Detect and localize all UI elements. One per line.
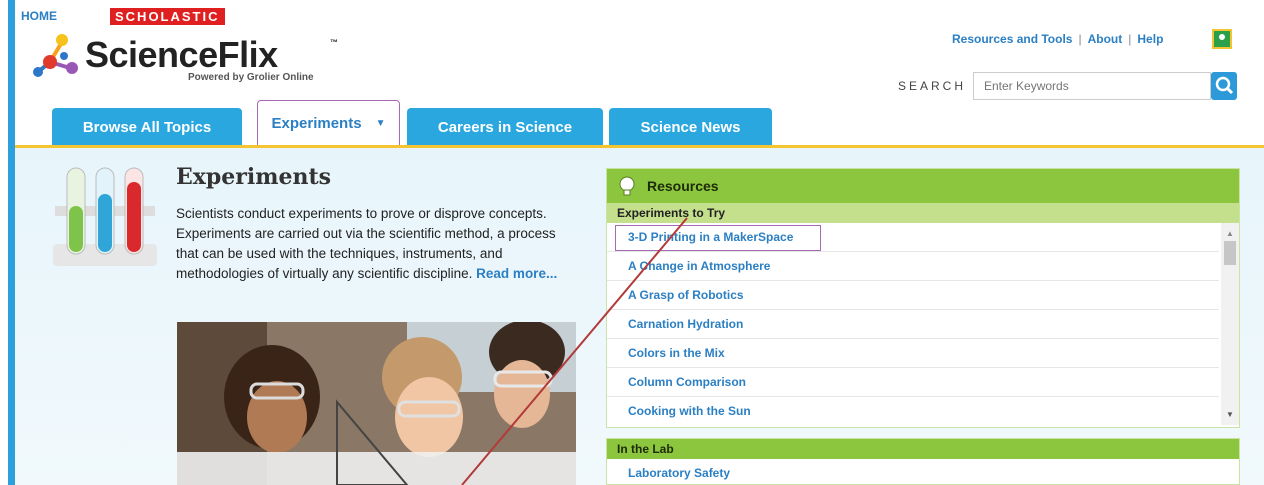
list-item[interactable]: A Change in Atmosphere — [607, 252, 1219, 281]
tab-label: Experiments — [271, 114, 362, 132]
about-link[interactable]: About — [1088, 32, 1123, 46]
experiments-list: 3-D Printing in a MakerSpace A Change in… — [607, 223, 1239, 425]
list-scrollbar[interactable]: ▲ ▼ — [1221, 223, 1239, 425]
scroll-down-icon[interactable]: ▼ — [1226, 410, 1234, 419]
tab-careers-in-science[interactable]: Careers in Science — [407, 108, 603, 146]
in-the-lab-header: In the Lab — [607, 439, 1239, 459]
logo-text: ScienceFlix — [85, 34, 278, 75]
list-item[interactable]: A Grasp of Robotics — [607, 281, 1219, 310]
resources-tools-link[interactable]: Resources and Tools — [952, 32, 1072, 46]
main-content: Experiments Scientists conduct experimen… — [15, 148, 1264, 485]
tab-label: Science News — [640, 118, 741, 136]
logo-trademark: ™ — [330, 38, 338, 47]
molecule-icon — [33, 34, 78, 77]
search-label: SEARCH — [898, 79, 967, 93]
tab-science-news[interactable]: Science News — [609, 108, 772, 146]
list-item[interactable]: Laboratory Safety — [607, 459, 1219, 485]
google-classroom-icon[interactable] — [1212, 29, 1232, 49]
logo-tagline: Powered by Grolier Online — [188, 72, 314, 83]
list-item[interactable]: Colors in the Mix — [607, 339, 1219, 368]
main-nav-tabs: Browse All Topics Experiments ▼ Careers … — [15, 100, 1264, 146]
tab-browse-all-topics[interactable]: Browse All Topics — [52, 108, 242, 146]
scienceflix-logo[interactable]: ScienceFlix ™ Powered by Grolier Online — [30, 30, 350, 86]
chevron-down-icon: ▼ — [375, 117, 386, 129]
resources-panel: Resources Experiments to Try 3-D Printin… — [606, 168, 1240, 428]
tab-label: Careers in Science — [437, 118, 573, 136]
home-link[interactable]: HOME — [21, 9, 57, 23]
utility-links: Resources and Tools | About | Help — [952, 32, 1164, 46]
search-icon — [1215, 76, 1234, 95]
tab-experiments[interactable]: Experiments ▼ — [257, 100, 400, 146]
experiments-to-try-header: Experiments to Try — [607, 203, 1239, 223]
scroll-thumb[interactable] — [1224, 241, 1236, 265]
resources-header: Resources — [607, 169, 1239, 203]
selection-highlight — [615, 225, 821, 251]
resources-title: Resources — [647, 178, 719, 194]
list-item[interactable]: Cooking with the Sun — [607, 397, 1219, 425]
list-item[interactable]: Carnation Hydration — [607, 310, 1219, 339]
site-header: HOME SCHOLASTIC ScienceFlix ™ Powered by… — [15, 0, 1264, 148]
search-button[interactable] — [1211, 72, 1237, 100]
experiments-video[interactable] — [177, 322, 576, 485]
help-link[interactable]: Help — [1137, 32, 1163, 46]
in-the-lab-panel: In the Lab Laboratory Safety — [606, 438, 1240, 485]
left-accent-bar — [8, 0, 15, 485]
test-tubes-icon — [53, 167, 157, 266]
list-item[interactable]: Column Comparison — [607, 368, 1219, 397]
search-input[interactable] — [973, 72, 1211, 100]
scholastic-logo-text: SCHOLASTIC — [115, 9, 220, 24]
scroll-up-icon[interactable]: ▲ — [1226, 229, 1234, 238]
scholastic-logo[interactable]: SCHOLASTIC — [110, 8, 225, 25]
page-title: Experiments — [176, 164, 332, 190]
tab-label: Browse All Topics — [82, 118, 212, 136]
read-more-link[interactable]: Read more... — [476, 266, 557, 281]
intro-paragraph: Scientists conduct experiments to prove … — [176, 204, 576, 284]
video-thumbnail-image — [177, 322, 576, 485]
lightbulb-icon — [619, 176, 635, 196]
